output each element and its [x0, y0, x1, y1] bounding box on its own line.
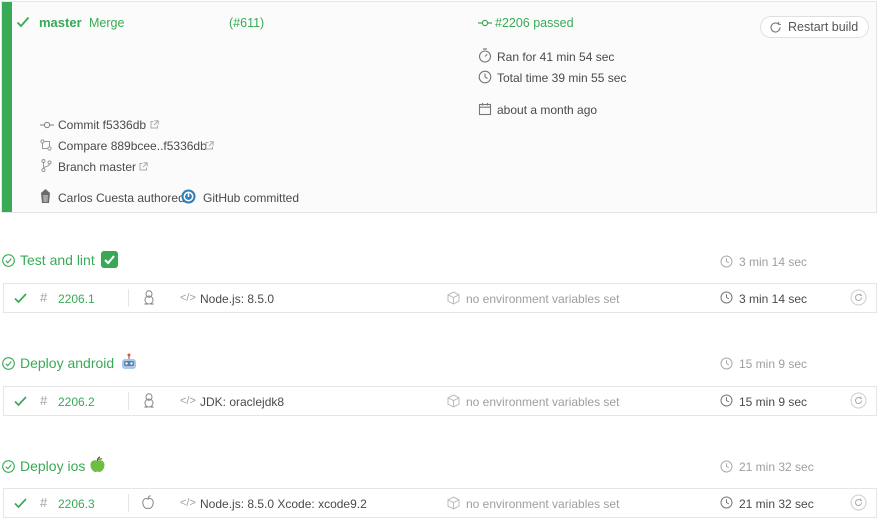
job-environment: Node.js: 8.5.0 Xcode: xcode9.2: [200, 497, 367, 511]
commit-icon: [478, 19, 492, 27]
clock-icon: [478, 70, 492, 84]
ran-for-duration: Ran for 41 min 54 sec: [497, 50, 615, 64]
environment-variables: no environment variables set: [466, 497, 620, 511]
stage-duration: 3 min 14 sec: [739, 255, 808, 269]
linux-icon: [144, 290, 154, 305]
green-apple-icon: [90, 456, 105, 472]
branch-icon: [41, 159, 52, 172]
divider: [128, 494, 129, 512]
compare-link-label: Compare 889bcee..f5336db: [58, 139, 207, 153]
compare-link[interactable]: Compare 889bcee..f5336db: [58, 139, 207, 153]
stage-passed-icon: [2, 357, 15, 370]
clock-icon: [720, 255, 733, 268]
job-environment: JDK: oraclejdk8: [200, 395, 285, 409]
job-number-link[interactable]: 2206.1: [58, 292, 95, 306]
check-icon: [14, 498, 27, 509]
branch-link-label: Branch master: [58, 160, 137, 174]
code-icon: </>: [180, 497, 196, 509]
clock-icon: [720, 460, 733, 473]
hash-icon: #: [40, 290, 48, 305]
committer-avatar: [181, 189, 196, 204]
check-icon: [14, 293, 27, 304]
hash-icon: #: [40, 393, 48, 408]
restart-job-icon[interactable]: [850, 494, 867, 511]
cube-icon: [447, 291, 460, 305]
cube-icon: [447, 496, 460, 510]
linux-icon: [144, 393, 154, 408]
compare-icon: [40, 139, 52, 151]
apple-icon: [142, 495, 154, 509]
cube-icon: [447, 394, 460, 408]
pull-request-link[interactable]: (#611): [229, 16, 264, 30]
branch-link[interactable]: Branch master: [58, 160, 136, 174]
job-duration: 3 min 14 sec: [739, 292, 808, 306]
external-link-icon: [150, 120, 159, 129]
divider: [128, 289, 129, 307]
white-check-mark-icon: [101, 251, 118, 268]
restart-build-button[interactable]: Restart build: [760, 16, 870, 38]
job-number-link[interactable]: 2206.3: [58, 497, 95, 511]
build-summary-card: [1, 1, 877, 213]
environment-variables: no environment variables set: [466, 395, 620, 409]
commit-link-label: Commit f5336db: [58, 118, 147, 132]
clock-icon: [720, 357, 733, 370]
job-duration: 15 min 9 sec: [739, 395, 808, 409]
clock-icon: [720, 394, 733, 407]
build-status-link[interactable]: #2206 passed: [495, 16, 574, 30]
job-environment: Node.js: 8.5.0: [200, 292, 275, 306]
commit-icon: [40, 121, 54, 129]
stage-title: Test and lint: [20, 252, 95, 268]
external-link-icon: [139, 162, 148, 171]
committer-name: GitHub committed: [203, 191, 300, 205]
robot-icon: [122, 353, 136, 369]
external-link-icon: [205, 141, 214, 150]
stage-passed-icon: [2, 460, 15, 473]
total-time: Total time 39 min 55 sec: [497, 71, 627, 85]
code-icon: </>: [180, 292, 196, 304]
branch-name-link[interactable]: master: [39, 15, 82, 30]
job-duration: 21 min 32 sec: [739, 497, 814, 511]
stage-duration: 15 min 9 sec: [739, 357, 808, 371]
commit-message: Merge: [89, 16, 125, 30]
job-number-link[interactable]: 2206.2: [58, 395, 95, 409]
commit-link[interactable]: Commit f5336db: [58, 118, 146, 132]
environment-variables: no environment variables set: [466, 292, 620, 306]
check-icon: [16, 16, 30, 28]
clock-icon: [720, 291, 733, 304]
stage-title: Deploy ios: [20, 458, 86, 474]
restart-build-label: Restart build: [788, 20, 859, 34]
clock-icon: [720, 496, 733, 509]
stage-duration: 21 min 32 sec: [739, 460, 814, 474]
code-icon: </>: [180, 395, 196, 407]
restart-icon: [770, 21, 781, 33]
check-icon: [14, 396, 27, 407]
restart-job-icon[interactable]: [850, 392, 867, 409]
divider: [128, 392, 129, 410]
stage-passed-icon: [2, 254, 15, 267]
passed-status-stripe: [2, 2, 12, 212]
author-name: Carlos Cuesta authored: [58, 191, 185, 205]
build-date: about a month ago: [497, 103, 598, 117]
author-avatar: [41, 189, 50, 203]
restart-job-icon[interactable]: [850, 289, 867, 306]
calendar-icon: [478, 103, 492, 116]
stopwatch-icon: [478, 48, 492, 63]
stage-title: Deploy android: [20, 355, 115, 371]
hash-icon: #: [40, 495, 48, 510]
